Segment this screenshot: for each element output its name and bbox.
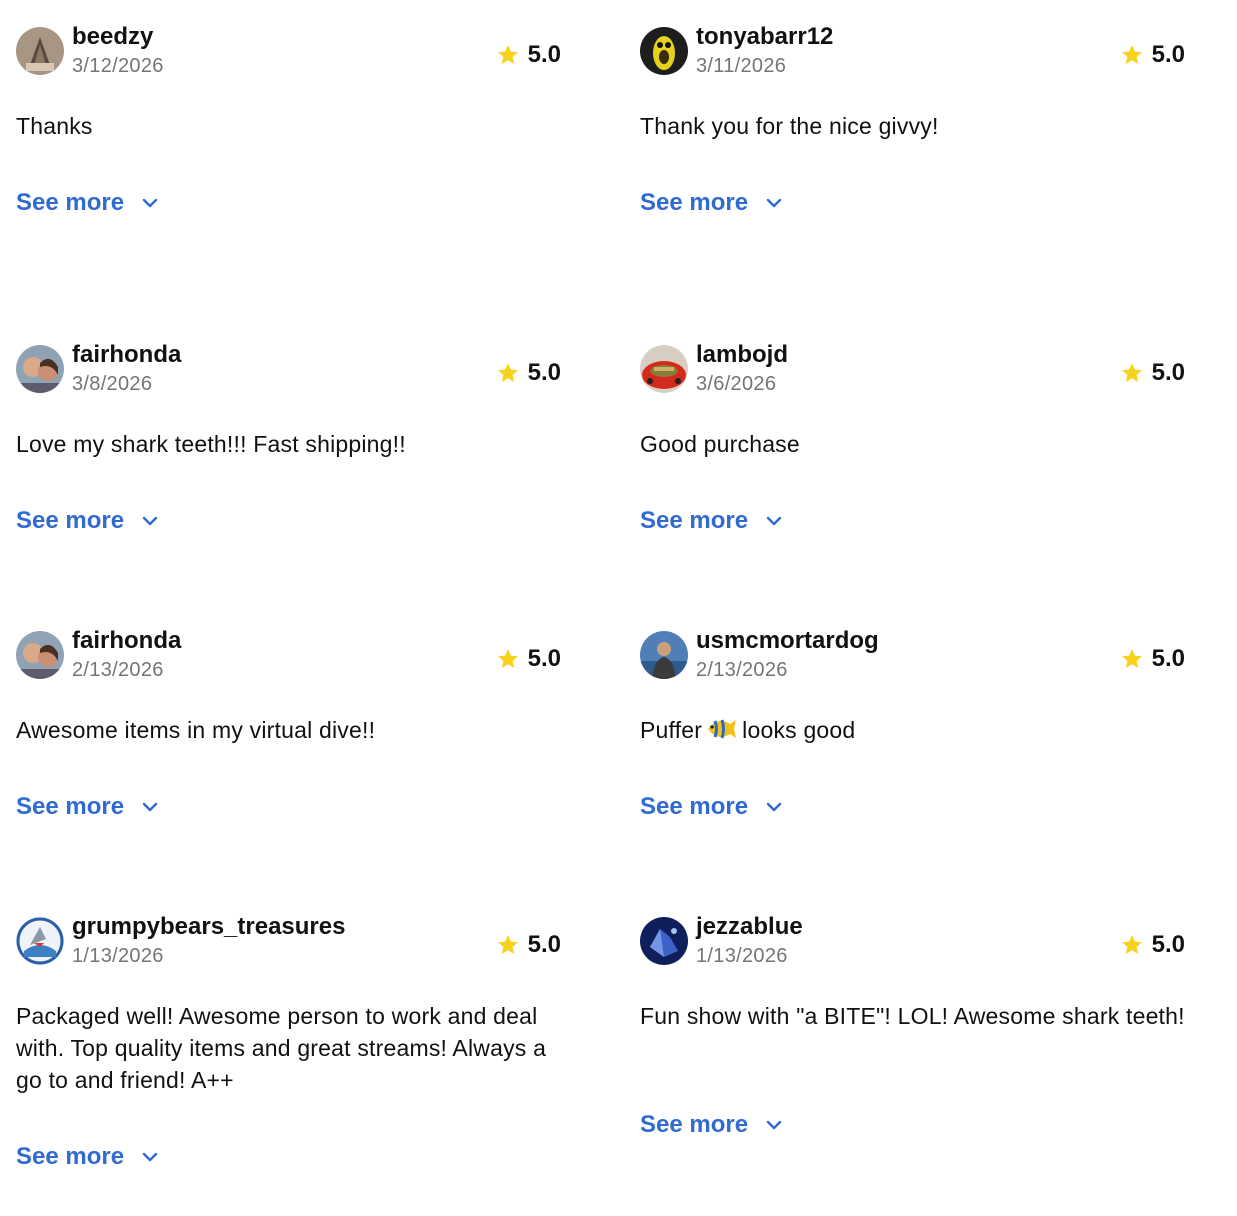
username[interactable]: jezzablue — [696, 912, 803, 942]
rating: 5.0 — [1120, 644, 1185, 674]
username[interactable]: fairhonda — [72, 340, 181, 370]
review-card: grumpybears_treasures 1/13/2026 5.0 Pack… — [16, 912, 561, 1182]
user-avatar[interactable] — [640, 345, 688, 393]
rating-value: 5.0 — [1151, 931, 1185, 958]
rating: 5.0 — [496, 930, 561, 960]
couple-photo-avatar-icon — [16, 631, 64, 679]
rating: 5.0 — [496, 644, 561, 674]
review-text: Love my shark teeth!!! Fast shipping!! — [16, 431, 406, 457]
see-more-button[interactable]: See more — [16, 1142, 160, 1172]
see-more-button[interactable]: See more — [640, 506, 784, 536]
review-date: 3/12/2026 — [72, 55, 164, 77]
rating: 5.0 — [1120, 930, 1185, 960]
review-text: Packaged well! Awesome person to work an… — [16, 1003, 547, 1093]
rating: 5.0 — [496, 40, 561, 70]
see-more-label: See more — [640, 507, 749, 534]
star-icon — [497, 363, 518, 382]
review-date: 2/13/2026 — [72, 659, 164, 681]
see-more-button[interactable]: See more — [640, 792, 784, 822]
review-card: usmcmortardog 2/13/2026 5.0 Puffer looks… — [640, 626, 1185, 826]
star-icon — [1121, 45, 1142, 64]
star-icon — [1121, 649, 1142, 668]
rating-value: 5.0 — [1151, 41, 1185, 68]
review-text: Puffer looks good — [640, 714, 1185, 746]
chevron-down-icon — [766, 1120, 782, 1130]
review-date: 1/13/2026 — [72, 945, 164, 967]
chevron-down-icon — [766, 802, 782, 812]
rating: 5.0 — [496, 358, 561, 388]
user-avatar[interactable] — [640, 27, 688, 75]
review-text: Thanks — [16, 113, 93, 139]
user-avatar[interactable] — [16, 345, 64, 393]
see-more-label: See more — [640, 793, 749, 820]
star-icon — [1121, 935, 1142, 954]
shark-cartoon-avatar-icon — [16, 917, 64, 965]
rating-value: 5.0 — [527, 645, 561, 672]
review-date: 3/8/2026 — [72, 373, 153, 395]
user-avatar[interactable] — [640, 917, 688, 965]
see-more-label: See more — [16, 189, 125, 216]
see-more-button[interactable]: See more — [16, 506, 160, 536]
rating-value: 5.0 — [527, 41, 561, 68]
review-card: jezzablue 1/13/2026 5.0 Fun show with "a… — [640, 912, 1185, 1152]
review-text: Fun show with "a BITE"! LOL! Awesome sha… — [640, 1003, 1185, 1029]
user-avatar[interactable] — [640, 631, 688, 679]
chevron-down-icon — [142, 198, 158, 208]
user-avatar[interactable] — [16, 27, 64, 75]
username[interactable]: beedzy — [72, 22, 153, 52]
review-text-start: Puffer — [640, 717, 703, 743]
see-more-button[interactable]: See more — [640, 1110, 784, 1140]
rating: 5.0 — [1120, 358, 1185, 388]
user-avatar[interactable] — [16, 917, 64, 965]
couple-photo-avatar-icon — [16, 345, 64, 393]
star-icon — [497, 935, 518, 954]
review-card: tonyabarr12 3/11/2026 5.0 Thank you for … — [640, 22, 1185, 222]
review-card: lambojd 3/6/2026 5.0 Good purchase See m… — [640, 340, 1185, 540]
username[interactable]: grumpybears_treasures — [72, 912, 345, 942]
see-more-label: See more — [640, 1111, 749, 1138]
review-text: Awesome items in my virtual dive!! — [16, 717, 376, 743]
rating-value: 5.0 — [527, 359, 561, 386]
rating: 5.0 — [1120, 40, 1185, 70]
username[interactable]: lambojd — [696, 340, 788, 370]
see-more-label: See more — [640, 189, 749, 216]
review-card: fairhonda 3/8/2026 5.0 Love my shark tee… — [16, 340, 561, 540]
see-more-label: See more — [16, 793, 125, 820]
rating-value: 5.0 — [1151, 645, 1185, 672]
see-more-button[interactable]: See more — [16, 188, 160, 218]
chevron-down-icon — [766, 198, 782, 208]
see-more-button[interactable]: See more — [16, 792, 160, 822]
username[interactable]: usmcmortardog — [696, 626, 879, 656]
review-date: 2/13/2026 — [696, 659, 788, 681]
review-card: fairhonda 2/13/2026 5.0 Awesome items in… — [16, 626, 561, 826]
yellow-creature-avatar-icon — [640, 27, 688, 75]
star-icon — [1121, 363, 1142, 382]
review-date: 1/13/2026 — [696, 945, 788, 967]
rating-value: 5.0 — [1151, 359, 1185, 386]
person-outdoors-avatar-icon — [640, 631, 688, 679]
chevron-down-icon — [766, 516, 782, 526]
review-text-end: looks good — [742, 717, 856, 743]
star-icon — [497, 649, 518, 668]
user-avatar[interactable] — [16, 631, 64, 679]
see-more-label: See more — [16, 507, 125, 534]
shark-tooth-avatar-icon — [16, 27, 64, 75]
review-date: 3/11/2026 — [696, 55, 787, 77]
username[interactable]: tonyabarr12 — [696, 22, 833, 52]
tropical-fish-emoji-icon — [708, 719, 737, 739]
review-text: Good purchase — [640, 431, 800, 457]
review-text: Thank you for the nice givvy! — [640, 113, 939, 139]
rating-value: 5.0 — [527, 931, 561, 958]
chevron-down-icon — [142, 1152, 158, 1162]
review-date: 3/6/2026 — [696, 373, 777, 395]
chevron-down-icon — [142, 516, 158, 526]
see-more-button[interactable]: See more — [640, 188, 784, 218]
see-more-label: See more — [16, 1143, 125, 1170]
star-icon — [497, 45, 518, 64]
username[interactable]: fairhonda — [72, 626, 181, 656]
chevron-down-icon — [142, 802, 158, 812]
red-car-avatar-icon — [640, 345, 688, 393]
review-card: beedzy 3/12/2026 5.0 Thanks See more — [16, 22, 561, 222]
blue-crystal-avatar-icon — [640, 917, 688, 965]
